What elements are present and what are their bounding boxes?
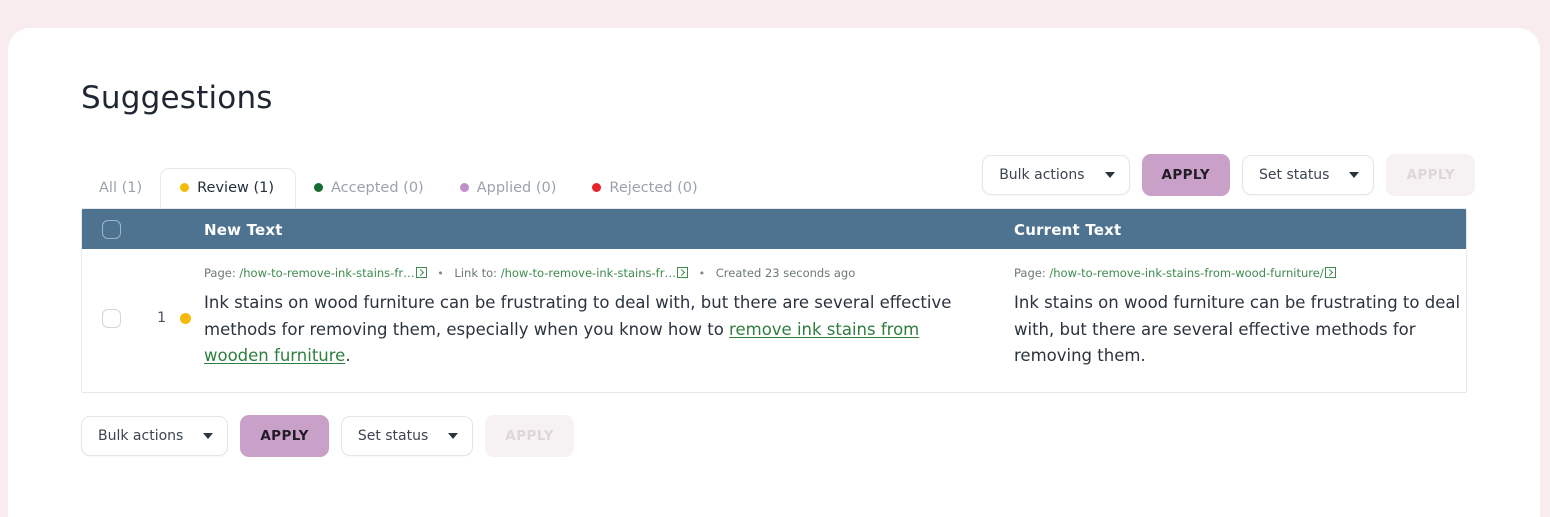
tab-all-label: All (1)	[99, 179, 143, 196]
bulk-apply-button[interactable]: APPLY	[1141, 154, 1231, 196]
select-all-checkbox[interactable]	[101, 219, 121, 239]
top-toolbar: Bulk actions APPLY Set status APPLY	[982, 154, 1475, 196]
status-dot-review	[180, 183, 190, 193]
tab-all[interactable]: All (1)	[81, 168, 160, 208]
meta-separator: •	[698, 267, 706, 280]
header-current-text: Current Text	[1014, 220, 1466, 239]
page-card: Suggestions All (1) Review (1) Accepted …	[8, 28, 1540, 517]
external-link-icon[interactable]	[676, 267, 688, 278]
new-text-body: Ink stains on wood furniture can be frus…	[204, 290, 974, 370]
row-number: 1	[157, 310, 166, 327]
bulk-actions-select-bottom-label: Bulk actions	[98, 427, 184, 444]
row-current-text-cell: Page: /how-to-remove-ink-stains-from-woo…	[1014, 266, 1466, 370]
status-apply-button[interactable]: APPLY	[1386, 154, 1475, 196]
meta-page-value[interactable]: /how-to-remove-ink-stains-from-wood-furn…	[1049, 266, 1323, 280]
meta-page-label: Page:	[1014, 266, 1046, 280]
tab-applied[interactable]: Applied (0)	[442, 168, 575, 208]
chevron-down-icon	[1349, 172, 1360, 178]
status-dot-applied	[459, 183, 469, 193]
meta-separator: •	[437, 267, 444, 280]
row-new-text-cell: Page: /how-to-remove-ink-stains-fr… • Li…	[204, 266, 1014, 370]
tab-applied-label: Applied (0)	[476, 179, 557, 196]
external-link-icon[interactable]	[1324, 267, 1336, 278]
status-dot-review	[179, 312, 191, 324]
meta-page-label: Page:	[204, 266, 236, 280]
current-text-body: Ink stains on wood furniture can be frus…	[1014, 292, 1461, 366]
bulk-actions-select[interactable]: Bulk actions	[982, 155, 1130, 195]
row-status-cell	[166, 312, 204, 324]
meta-created: Created 23 seconds ago	[715, 266, 856, 280]
set-status-select[interactable]: Set status	[1242, 155, 1375, 195]
content-area: Suggestions All (1) Review (1) Accepted …	[73, 80, 1475, 457]
set-status-select-bottom-label: Set status	[357, 427, 429, 444]
chevron-down-icon	[1104, 172, 1115, 178]
tab-review-label: Review (1)	[197, 179, 275, 196]
external-link-icon[interactable]	[415, 267, 427, 278]
tab-accepted[interactable]: Accepted (0)	[296, 168, 442, 208]
tab-rejected-label: Rejected (0)	[609, 179, 698, 196]
page-title: Suggestions	[81, 80, 273, 116]
select-all-cell	[82, 219, 140, 239]
row-checkbox[interactable]	[101, 308, 121, 328]
set-status-select-bottom[interactable]: Set status	[340, 415, 474, 456]
new-text-after: .	[345, 346, 351, 366]
current-text-meta: Page: /how-to-remove-ink-stains-from-woo…	[1014, 266, 1466, 281]
header-current-text-label: Current Text	[1014, 220, 1122, 239]
tabs-and-toolbar-row: All (1) Review (1) Accepted (0) Applied …	[73, 152, 1475, 208]
status-apply-button-bottom[interactable]: APPLY	[485, 414, 574, 457]
chevron-down-icon	[448, 432, 459, 439]
meta-link-label: Link to:	[454, 266, 498, 280]
bulk-apply-button-bottom[interactable]: APPLY	[240, 414, 329, 457]
tab-accepted-label: Accepted (0)	[331, 179, 424, 196]
suggestions-table: New Text Current Text 1 Page: /how-to-re…	[81, 208, 1467, 393]
bottom-toolbar: Bulk actions APPLY Set status APPLY	[81, 414, 1475, 457]
table-header-row: New Text Current Text	[82, 209, 1466, 249]
tab-rejected[interactable]: Rejected (0)	[574, 168, 715, 208]
meta-link-value[interactable]: /how-to-remove-ink-stains-fr…	[501, 266, 676, 280]
meta-page-value[interactable]: /how-to-remove-ink-stains-fr…	[239, 266, 414, 280]
table-row: 1 Page: /how-to-remove-ink-stains-fr… • …	[82, 249, 1466, 392]
bulk-actions-select-label: Bulk actions	[999, 167, 1085, 183]
set-status-select-label: Set status	[1259, 167, 1330, 183]
bulk-actions-select-bottom[interactable]: Bulk actions	[81, 415, 229, 456]
header-new-text: New Text	[204, 220, 1014, 239]
tab-review[interactable]: Review (1)	[160, 167, 297, 208]
chevron-down-icon	[203, 432, 214, 439]
row-select-cell	[82, 308, 140, 328]
tab-list: All (1) Review (1) Accepted (0) Applied …	[81, 167, 716, 208]
status-dot-rejected	[592, 183, 602, 193]
header-new-text-label: New Text	[204, 220, 283, 239]
status-dot-accepted	[314, 183, 324, 193]
new-text-meta: Page: /how-to-remove-ink-stains-fr… • Li…	[204, 266, 974, 281]
